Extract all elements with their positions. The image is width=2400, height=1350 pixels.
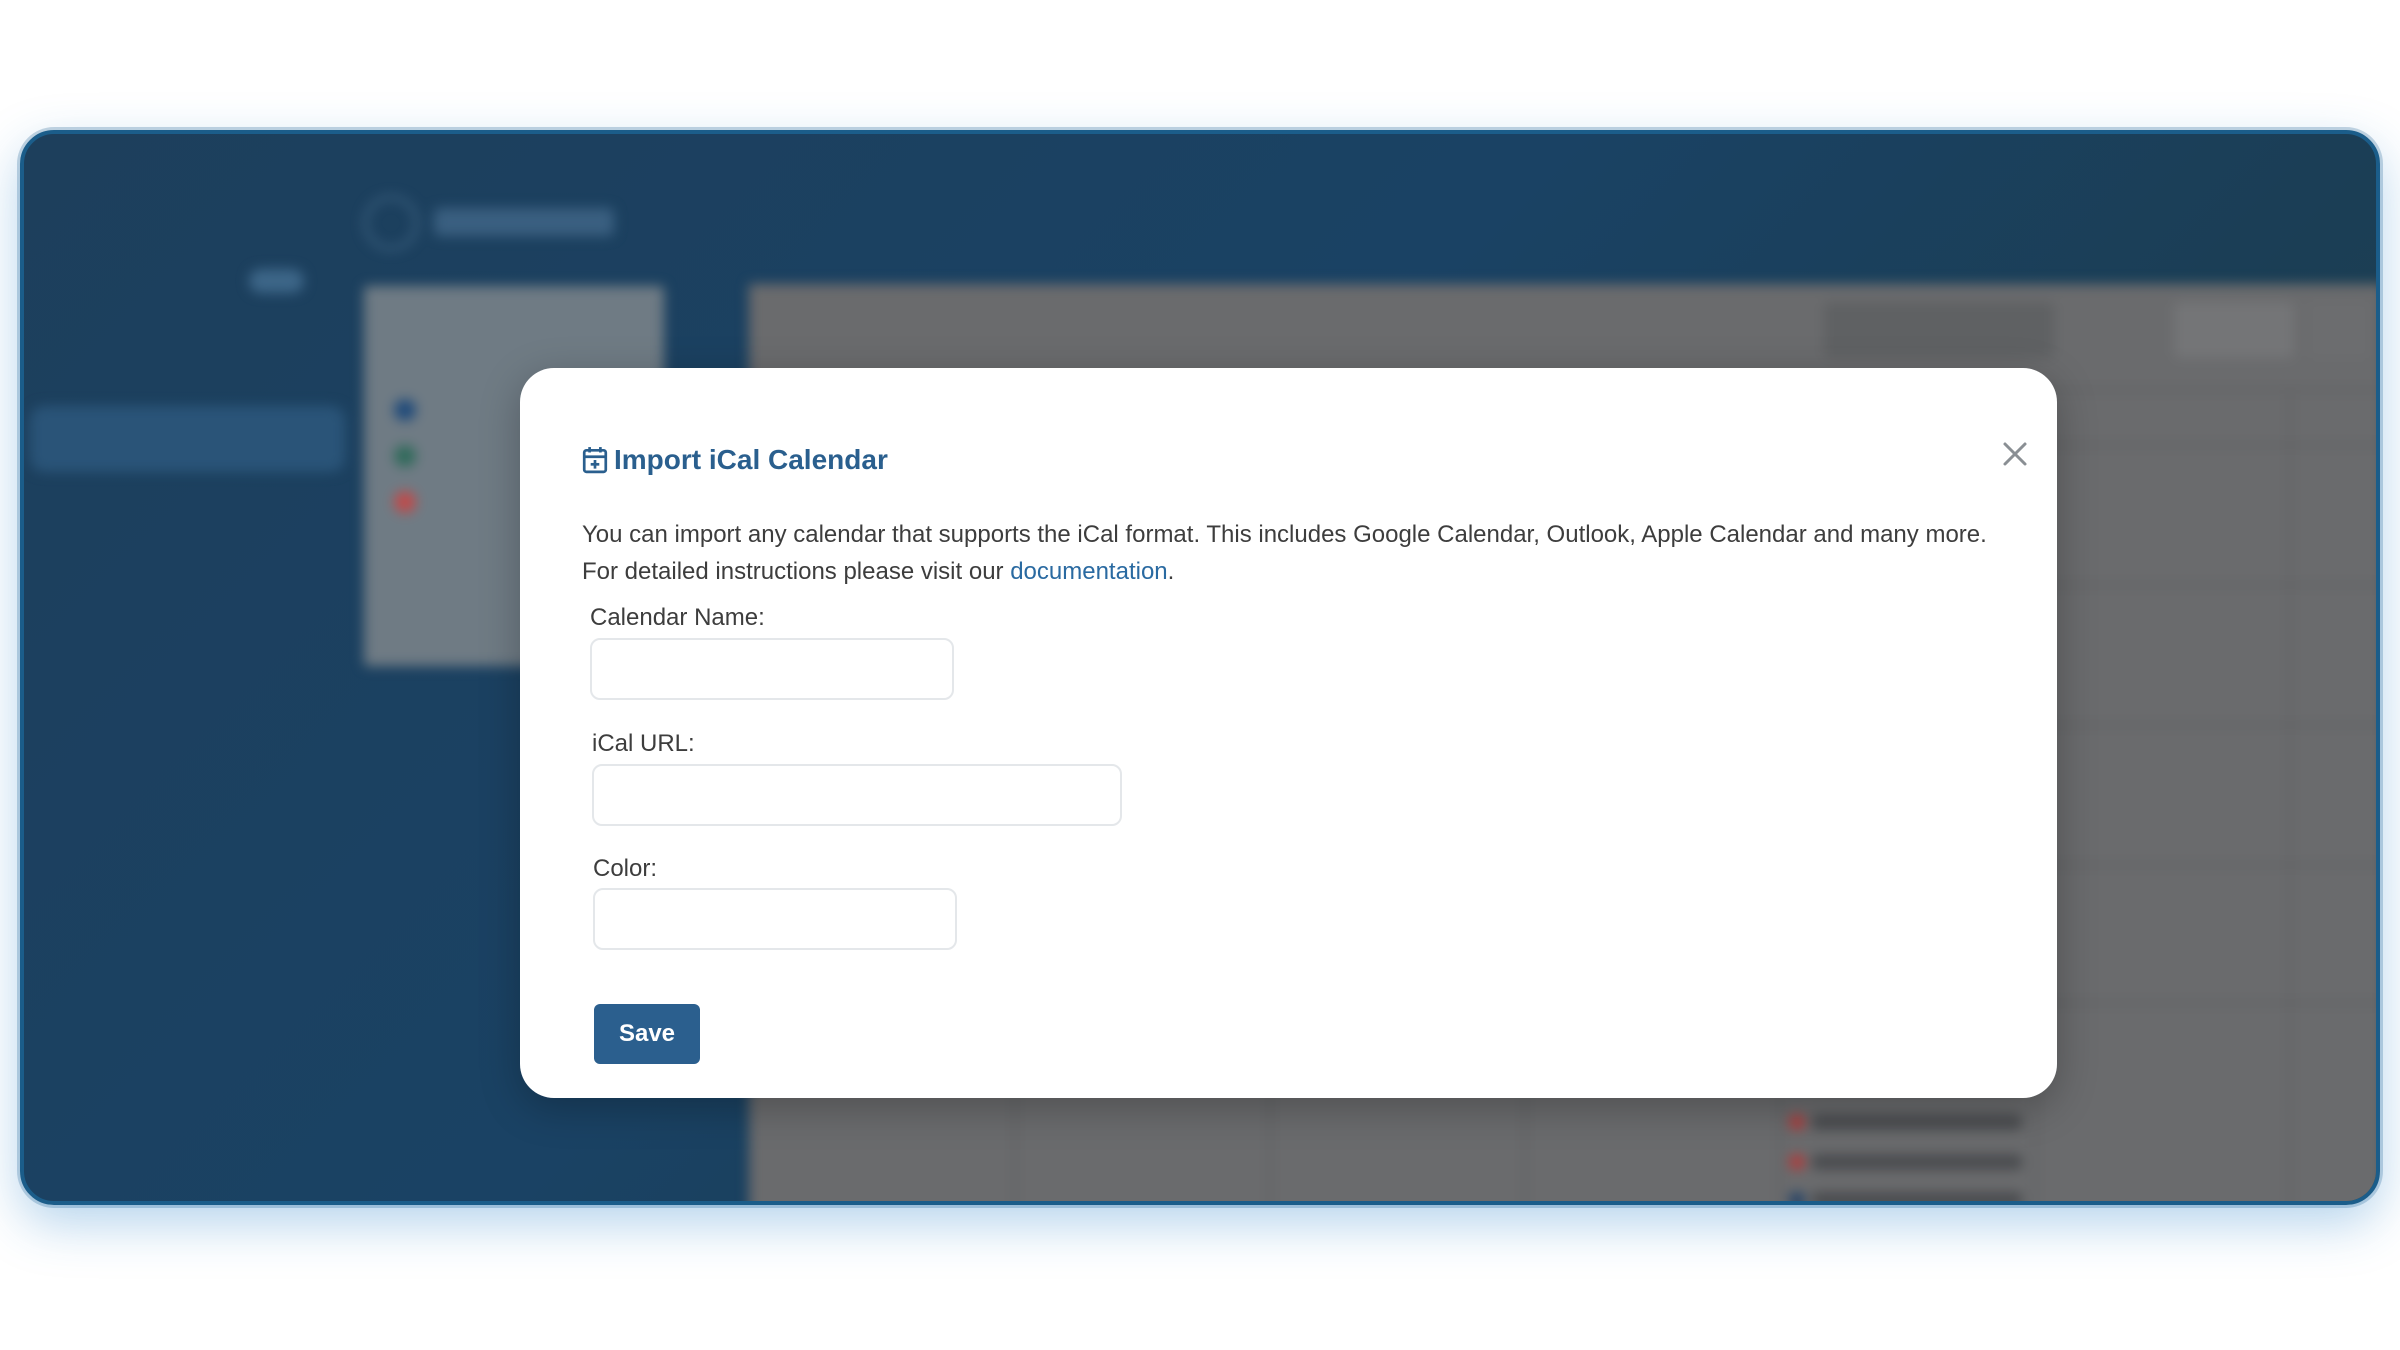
close-icon [2003, 442, 2027, 466]
close-button[interactable] [1995, 434, 2035, 474]
modal-title-text: Import iCal Calendar [614, 444, 888, 475]
color-label: Color: [593, 855, 658, 882]
event-dot [1789, 1154, 1805, 1170]
calendar-color-dot [394, 491, 416, 513]
calendar-plus-icon [582, 447, 608, 474]
today-button [2174, 302, 2294, 358]
sidebar [24, 134, 354, 1201]
event-item [1812, 1192, 2022, 1201]
description-instructions: For detailed instructions please visit o… [582, 553, 2022, 590]
app-window: Import iCal Calendar You can import any … [20, 130, 2380, 1205]
event-item [1812, 1154, 2022, 1170]
save-button[interactable]: Save [594, 1004, 700, 1064]
header-title-blurred [434, 208, 614, 236]
sidebar-item-active [30, 406, 345, 472]
color-input[interactable] [593, 888, 957, 950]
sidebar-badge [249, 269, 304, 293]
calendar-color-dot [394, 399, 416, 421]
sidebar-item [34, 204, 174, 240]
instructions-suffix: . [1167, 558, 1175, 585]
event-dot [1789, 1114, 1805, 1130]
description-intro: You can import any calendar that support… [582, 521, 1987, 548]
modal-title: Import iCal Calendar [582, 440, 888, 480]
event-dot [1789, 1192, 1805, 1201]
grid-line [2289, 389, 2291, 1201]
documentation-link[interactable]: documentation [1010, 558, 1167, 585]
calendar-name-input[interactable] [590, 638, 954, 700]
ical-url-input[interactable] [592, 764, 1122, 826]
page: Import iCal Calendar You can import any … [0, 0, 2400, 1350]
modal-description: You can import any calendar that support… [582, 516, 2022, 590]
event-item [1812, 1114, 2022, 1130]
calendar-name-label: Calendar Name: [590, 604, 765, 631]
next-button [2309, 302, 2369, 358]
import-ical-modal: Import iCal Calendar You can import any … [520, 368, 2057, 1098]
header-avatar [364, 196, 418, 250]
ical-url-label: iCal URL: [592, 730, 695, 757]
calendar-color-dot [394, 445, 416, 467]
calendar-view-select [1824, 302, 2054, 358]
instructions-prefix: For detailed instructions please visit o… [582, 558, 1011, 585]
